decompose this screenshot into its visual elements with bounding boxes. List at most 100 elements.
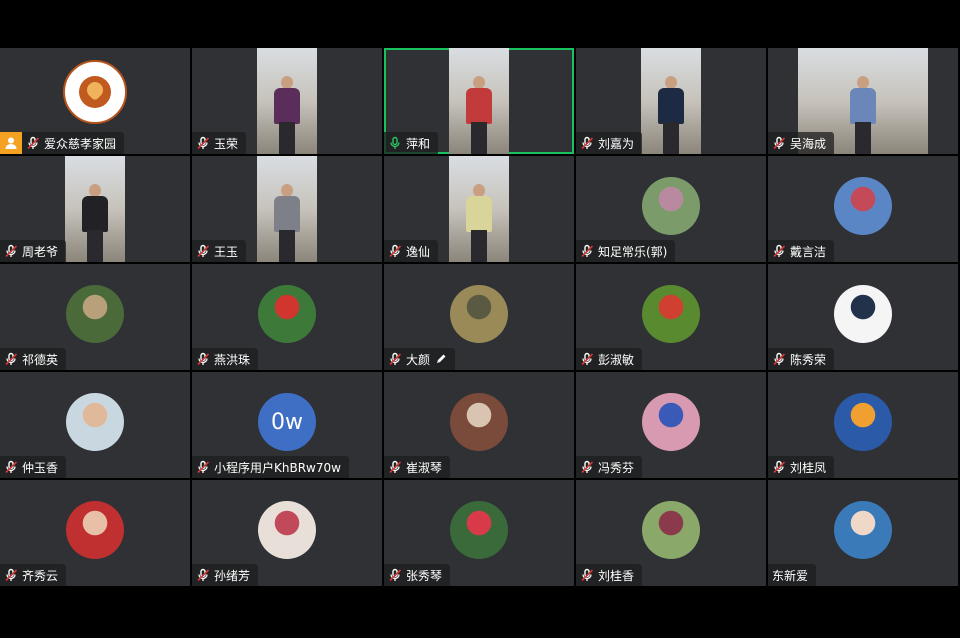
nameplate: 刘桂香 (576, 564, 643, 586)
nameplate: 彭淑敏 (576, 348, 643, 370)
participant-tile[interactable]: 吴海成 (768, 48, 958, 154)
participant-tile[interactable]: 玉荣 (192, 48, 382, 154)
participant-name: 周老爷 (22, 244, 59, 259)
participant-tile[interactable]: 刘桂香 (576, 480, 766, 586)
microphone-muted-icon (580, 460, 598, 474)
participant-tile[interactable]: 知足常乐(郭) (576, 156, 766, 262)
nameplate: 周老爷 (0, 240, 67, 262)
participant-name: 张秀琴 (406, 568, 443, 583)
microphone-muted-icon (388, 352, 406, 366)
participant-tile[interactable]: 齐秀云 (0, 480, 190, 586)
participant-tile[interactable]: 冯秀芬 (576, 372, 766, 478)
avatar (834, 393, 892, 451)
nameplate: 爱众慈孝家园 (22, 132, 125, 154)
avatar (450, 501, 508, 559)
avatar (642, 501, 700, 559)
participant-name: 仲玉香 (22, 460, 59, 475)
nameplate: 大颜 (384, 348, 456, 370)
participant-name: 祁德英 (22, 352, 59, 367)
video-feed (65, 156, 125, 262)
avatar (66, 501, 124, 559)
nameplate: 燕洪珠 (192, 348, 259, 370)
participant-tile[interactable]: 燕洪珠 (192, 264, 382, 370)
participant-tile[interactable]: 张秀琴 (384, 480, 574, 586)
microphone-muted-icon (580, 244, 598, 258)
avatar (450, 285, 508, 343)
participant-name: 吴海成 (790, 136, 827, 151)
participant-tile[interactable]: 仲玉香 (0, 372, 190, 478)
text-avatar: 0w (258, 393, 316, 451)
organization-logo (63, 60, 127, 124)
nameplate: 祁德英 (0, 348, 67, 370)
microphone-muted-icon (772, 352, 790, 366)
video-feed (257, 48, 317, 154)
nameplate: 王玉 (192, 240, 247, 262)
participant-name: 刘嘉为 (598, 136, 635, 151)
participant-tile[interactable]: 祁德英 (0, 264, 190, 370)
participant-tile[interactable]: 爱众慈孝家园 (0, 48, 190, 154)
nameplate: 崔淑琴 (384, 456, 451, 478)
microphone-muted-icon (4, 244, 22, 258)
microphone-muted-icon (196, 352, 214, 366)
microphone-muted-icon (772, 136, 790, 150)
participant-name: 小程序用户KhBRw70w (214, 460, 341, 475)
participant-name: 齐秀云 (22, 568, 59, 583)
participant-name: 大颜 (406, 352, 431, 367)
participant-tile[interactable]: 彭淑敏 (576, 264, 766, 370)
microphone-muted-icon (580, 352, 598, 366)
microphone-icon (388, 136, 406, 150)
participant-tile[interactable]: 陈秀荣 (768, 264, 958, 370)
participant-tile[interactable]: 0w 小程序用户KhBRw70w (192, 372, 382, 478)
microphone-muted-icon (4, 460, 22, 474)
participant-name: 燕洪珠 (214, 352, 251, 367)
nameplate: 东新爱 (768, 564, 817, 586)
avatar (834, 285, 892, 343)
participant-name: 王玉 (214, 244, 239, 259)
microphone-muted-icon (388, 460, 406, 474)
microphone-muted-icon (4, 352, 22, 366)
microphone-muted-icon (580, 568, 598, 582)
participant-tile[interactable]: 刘嘉为 (576, 48, 766, 154)
participant-grid: 爱众慈孝家园 玉荣 萍和 刘嘉为 吴海成周老爷 王玉 逸仙 知足常乐(郭) 戴言洁祁德英 燕洪珠 大… (0, 48, 960, 588)
microphone-muted-icon (580, 136, 598, 150)
nameplate: 张秀琴 (384, 564, 451, 586)
participant-tile[interactable]: 孙绪芳 (192, 480, 382, 586)
participant-tile[interactable]: 崔淑琴 (384, 372, 574, 478)
avatar (834, 501, 892, 559)
avatar (66, 393, 124, 451)
participant-tile[interactable]: 大颜 (384, 264, 574, 370)
participant-tile[interactable]: 刘桂凤 (768, 372, 958, 478)
nameplate: 刘桂凤 (768, 456, 835, 478)
avatar (258, 501, 316, 559)
microphone-muted-icon (196, 244, 214, 258)
avatar (258, 285, 316, 343)
participant-tile[interactable]: 东新爱 (768, 480, 958, 586)
participant-name: 爱众慈孝家园 (44, 136, 117, 151)
participant-tile[interactable]: 萍和 (384, 48, 574, 154)
participant-name: 刘桂香 (598, 568, 635, 583)
video-feed (449, 48, 509, 154)
participant-name: 孙绪芳 (214, 568, 251, 583)
participant-name: 刘桂凤 (790, 460, 827, 475)
avatar (642, 393, 700, 451)
participant-name: 戴言洁 (790, 244, 827, 259)
nameplate: 仲玉香 (0, 456, 67, 478)
participant-tile[interactable]: 戴言洁 (768, 156, 958, 262)
nameplate: 玉荣 (192, 132, 247, 154)
participant-tile[interactable]: 周老爷 (0, 156, 190, 262)
nameplate: 吴海成 (768, 132, 835, 154)
video-feed (257, 156, 317, 262)
pencil-icon (430, 353, 447, 365)
microphone-muted-icon (196, 136, 214, 150)
microphone-muted-icon (388, 568, 406, 582)
microphone-muted-icon (388, 244, 406, 258)
nameplate: 孙绪芳 (192, 564, 259, 586)
participant-tile[interactable]: 王玉 (192, 156, 382, 262)
avatar (642, 177, 700, 235)
participant-tile[interactable]: 逸仙 (384, 156, 574, 262)
avatar (834, 177, 892, 235)
nameplate: 小程序用户KhBRw70w (192, 456, 349, 478)
nameplate: 冯秀芬 (576, 456, 643, 478)
nameplate: 逸仙 (384, 240, 439, 262)
participant-name: 萍和 (406, 136, 431, 151)
